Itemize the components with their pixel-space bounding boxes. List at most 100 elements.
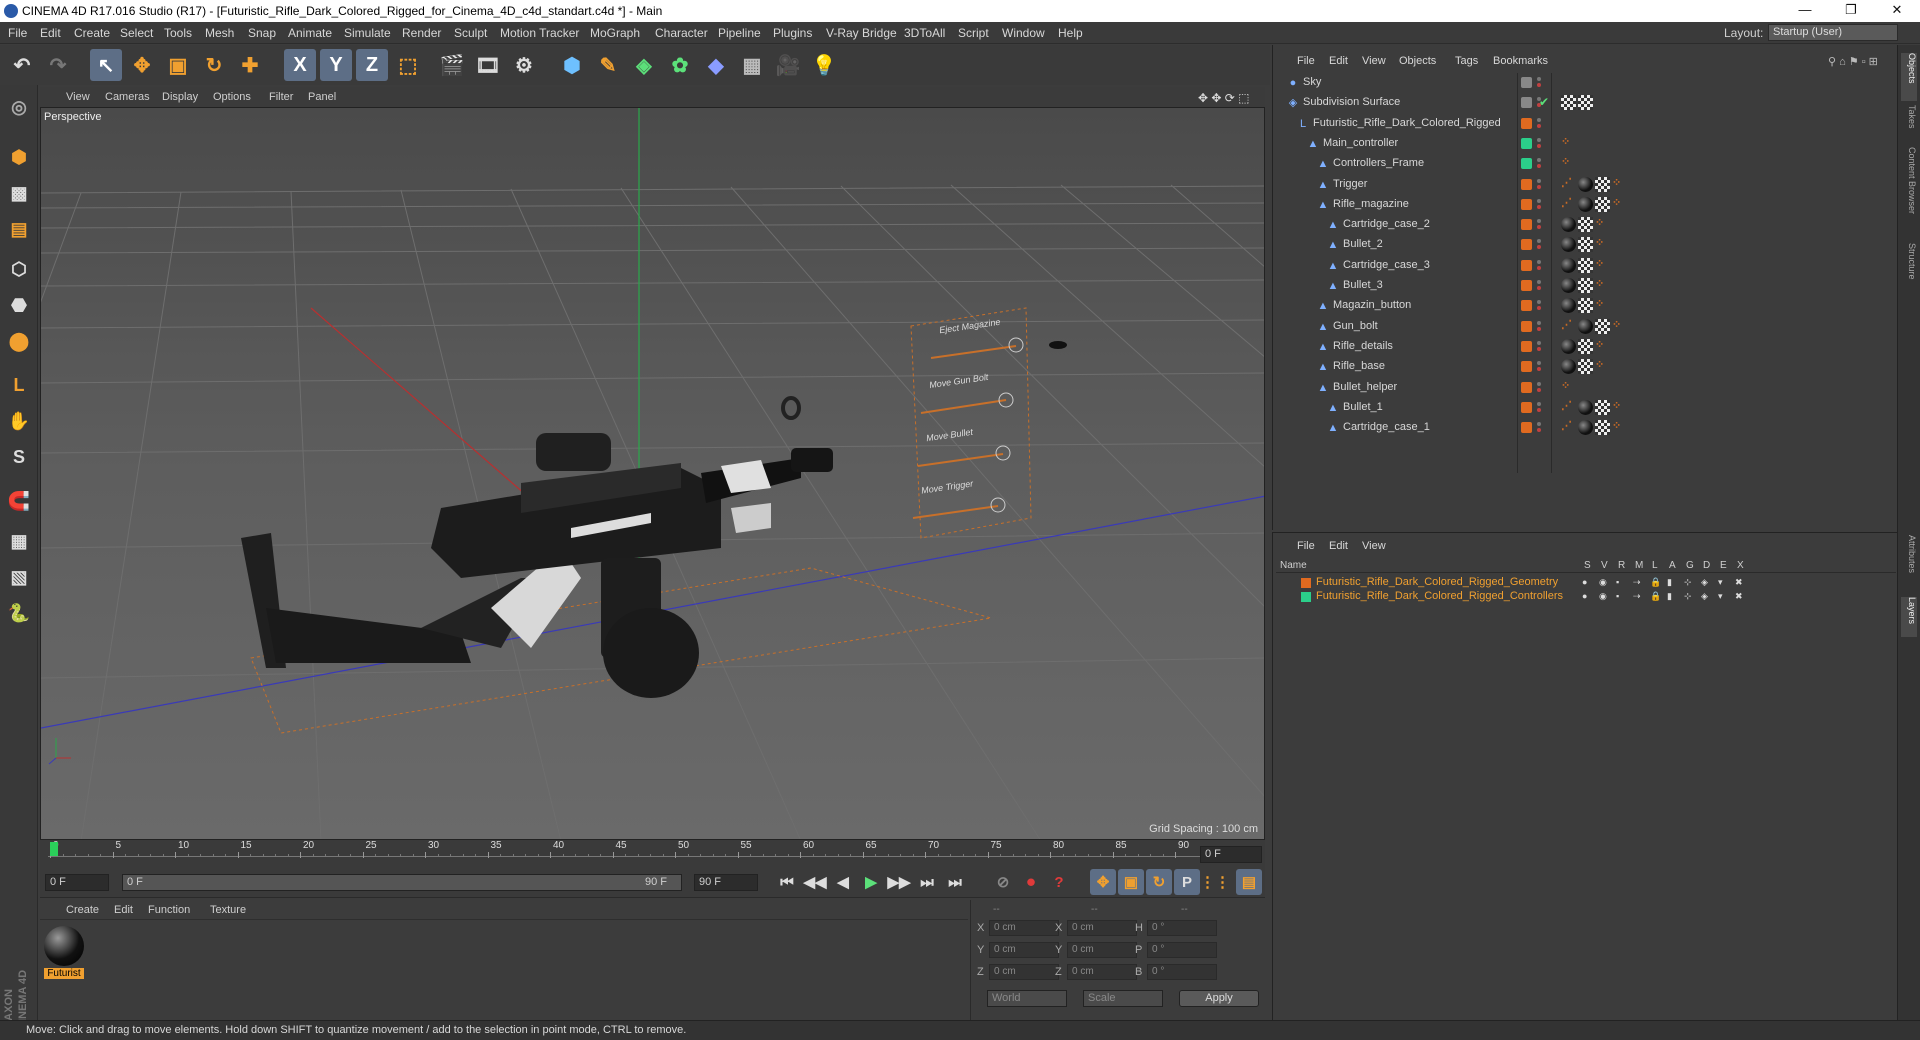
layer-color-swatch[interactable] [1521,381,1532,393]
layer-color-swatch[interactable] [1521,259,1532,271]
goto-start-button[interactable]: ⏮ [774,869,800,895]
texture-tag-icon[interactable] [1595,318,1610,334]
python-icon[interactable]: 🐍 [3,597,35,629]
object-row[interactable]: ▲ Main_controller ⁘ [1273,134,1898,154]
menu-3dtoall[interactable]: 3DToAll [904,26,945,40]
object-row[interactable]: ▲ Bullet_1 ⋰ ⁘ [1273,398,1898,418]
texture-tag-icon[interactable] [1578,217,1593,233]
redo-button[interactable]: ↷ [42,49,74,81]
render-settings-button[interactable]: ⚙ [508,49,540,81]
start-frame-field[interactable]: 0 F [45,874,109,891]
visibility-dots[interactable] [1537,198,1542,211]
end-frame-field[interactable]: 90 F [694,874,758,891]
lm-menu-edit[interactable]: Edit [1329,540,1348,552]
visible-icon[interactable]: ◉ [1599,591,1609,601]
tab-layers[interactable]: Layers [1901,597,1917,637]
lock-icon[interactable]: 🔒 [1650,591,1661,601]
key-rotation-button[interactable]: ↻ [1146,869,1172,895]
undo-button[interactable]: ↶ [6,49,38,81]
render-to-picture-viewer-button[interactable]: 🎞 [472,49,504,81]
tab-takes[interactable]: Takes [1901,105,1917,141]
texture-tag-icon[interactable] [1595,176,1610,192]
xpresso-tag-icon[interactable]: ⁘ [1612,197,1627,212]
light-button[interactable]: 💡 [808,49,840,81]
viewport-menu-view[interactable]: View [66,91,90,103]
menu-plugins[interactable]: Plugins [773,26,812,40]
layer-color-swatch[interactable] [1521,239,1532,251]
layer-row[interactable]: Futuristic_Rifle_Dark_Colored_Rigged_Geo… [1276,575,1896,590]
select-tool-button[interactable]: ↖ [90,49,122,81]
tab-objects[interactable]: Objects [1901,53,1917,101]
frame-range-slider[interactable]: 0 F 90 F [122,874,682,891]
key-scale-button[interactable]: ▣ [1118,869,1144,895]
menu-help[interactable]: Help [1058,26,1083,40]
xpresso-tag-icon[interactable]: ⁘ [1595,359,1610,374]
texture-tag-icon[interactable] [1578,278,1593,293]
coord-value-field[interactable]: 0 ° [1147,964,1217,980]
visibility-dots[interactable] [1537,137,1542,150]
coord-value-field[interactable]: 0 cm [1067,920,1137,936]
xpresso-tag-icon[interactable]: ⁘ [1595,298,1610,313]
visibility-dots[interactable] [1537,178,1542,191]
key-pla-button[interactable]: ⋮⋮ [1200,869,1230,895]
object-row[interactable]: ▲ Rifle_magazine ⋰ ⁘ [1273,195,1898,215]
constraint-tag-icon[interactable]: ⋰ [1561,420,1576,435]
layer-color-swatch[interactable] [1521,422,1532,434]
object-row[interactable]: ▲ Rifle_details ⁘ [1273,337,1898,357]
camera-button[interactable]: 🎥 [772,49,804,81]
object-row[interactable]: ▲ Cartridge_case_2 ⁘ [1273,215,1898,235]
object-row[interactable]: ● Sky [1273,73,1898,93]
object-row[interactable]: ▲ Bullet_helper ⁘ [1273,378,1898,398]
coord-value-field[interactable]: 0 ° [1147,920,1217,936]
xpresso-tag-icon[interactable]: ⁘ [1595,217,1610,232]
coord-value-field[interactable]: 0 cm [1067,964,1137,980]
move-tool-button[interactable]: ✥ [126,49,158,81]
viewport-menu-filter[interactable]: Filter [269,91,293,103]
material-tag-icon[interactable] [1578,176,1593,192]
material-tag-icon[interactable] [1561,237,1576,253]
om-menu-edit[interactable]: Edit [1329,55,1348,67]
minimize-button[interactable]: — [1782,0,1828,22]
object-row[interactable]: ▲ Magazin_button ⁘ [1273,296,1898,316]
coord-scale-select[interactable]: Scale [1083,990,1163,1007]
coord-value-field[interactable]: 0 cm [989,964,1059,980]
layer-color-swatch[interactable] [1521,320,1532,332]
add-cube-button[interactable]: ⬢ [556,49,588,81]
om-menu-objects[interactable]: Objects [1399,55,1436,67]
tab-attributes[interactable]: Attributes [1901,535,1917,591]
snap-icon[interactable]: 🧲 [3,485,35,517]
viewport-menu-display[interactable]: Display [162,91,198,103]
timeline-ruler[interactable]: 051015202530354045505560657075808590 0 F [40,840,1265,866]
layer-color-swatch[interactable] [1521,401,1532,413]
viewport-nav-icons[interactable]: ✥ ✥ ⟳ ⬚ [1198,91,1250,105]
menu-file[interactable]: File [8,26,27,40]
solo-icon[interactable]: ● [1582,577,1592,587]
visibility-dots[interactable] [1537,360,1542,373]
points-mode-icon[interactable]: ⬡ [3,253,35,285]
array-button[interactable]: ✿ [664,49,696,81]
visibility-dots[interactable] [1537,259,1542,272]
tab-structure[interactable]: Structure [1901,243,1917,299]
tweak-mode-icon[interactable]: ✋ [3,405,35,437]
menu-tools[interactable]: Tools [164,26,192,40]
layout-select[interactable]: Startup (User) [1768,24,1898,41]
y-axis-button[interactable]: Y [320,49,352,81]
xpresso-tag-icon[interactable]: ⁘ [1612,177,1627,192]
current-frame-field[interactable]: 0 F [1200,846,1262,863]
om-menu-bookmarks[interactable]: Bookmarks [1493,55,1548,67]
xpresso-tag-icon[interactable]: ⁘ [1561,136,1576,151]
model-mode-icon[interactable]: ⬢ [3,141,35,173]
layer-color-swatch[interactable] [1301,592,1311,602]
om-search-icon[interactable]: ⚲ ⌂ ⚑ ▫ ⊞ [1828,55,1878,68]
menu-render[interactable]: Render [402,26,441,40]
xpresso-tag-icon[interactable]: ⁘ [1595,339,1610,354]
key-position-button[interactable]: ✥ [1090,869,1116,895]
viewport-menu-panel[interactable]: Panel [308,91,336,103]
generators-icon[interactable]: ⊹ [1684,577,1694,587]
material-tag-icon[interactable] [1578,318,1593,334]
texture-tag-icon[interactable] [1578,298,1593,314]
render-view-button[interactable]: 🎬 [436,49,468,81]
solo-mode-icon[interactable]: S [3,441,35,473]
coord-value-field[interactable]: 0 cm [989,920,1059,936]
material-tag-icon[interactable] [1561,338,1576,354]
